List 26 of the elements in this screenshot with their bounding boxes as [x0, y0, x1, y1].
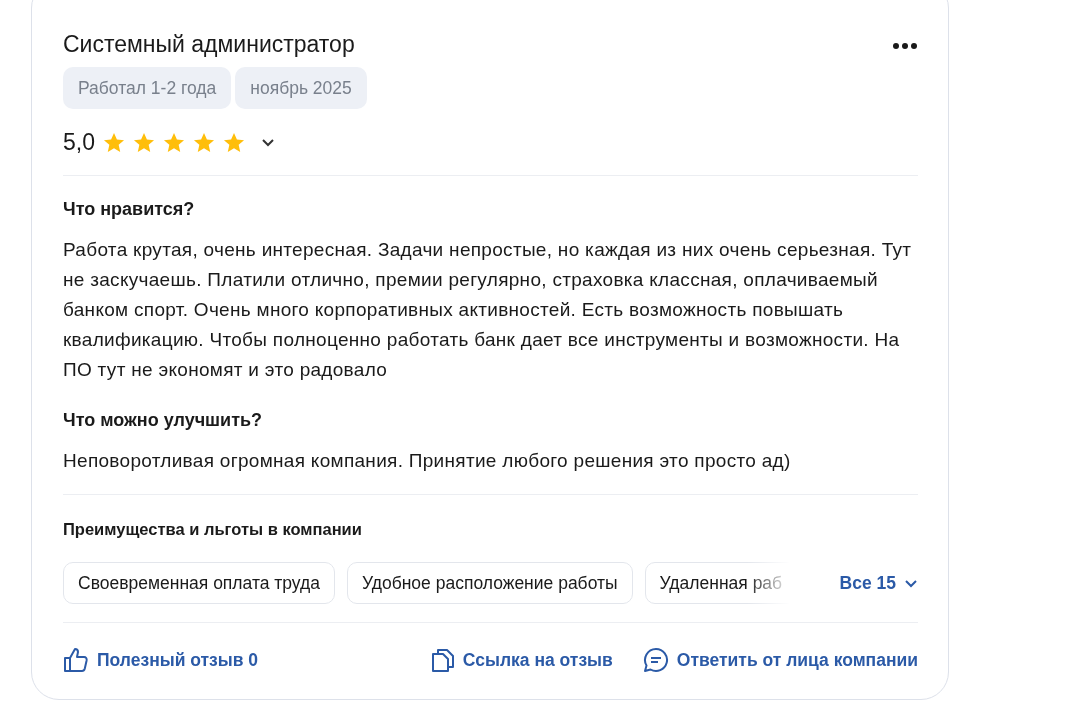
copy-icon	[430, 647, 455, 674]
star-icon	[193, 131, 215, 153]
review-text: Неповоротливая огромная компания. Принятие любого решения это просто ад)	[63, 449, 792, 474]
section-heading: Что можно улучшить?	[63, 409, 264, 433]
more-menu-icon[interactable]	[892, 41, 918, 50]
star-icon	[163, 131, 185, 153]
benefit-chip: Своевременная оплата труда	[63, 562, 335, 605]
expand-chevron-icon[interactable]	[261, 137, 275, 147]
show-all-button[interactable]: Все 15	[839, 570, 918, 597]
review-title: Системный администратор	[63, 31, 355, 59]
star-icon	[103, 131, 125, 153]
benefit-chip: Удобное расположение работы	[347, 562, 633, 605]
review-text: Работа крутая, очень интересная. Задачи непростые, но каждая из них очень серьезная. Тут не заскучаешь. Платили отлично, премии регулярно, страховка классная, оплачиваемый банком спорт. Очень много корпоративных активностей. Есть возможность повышать квалификацию. Чтобы полноценно работать банк дает все инструменты и возможности. На ПО тут не экономят и это радовало	[63, 238, 913, 383]
action-link[interactable]: Полезный отзыв 0	[63, 647, 259, 674]
section-heading: Что нравится?	[63, 198, 196, 222]
thumbs-up-icon	[63, 647, 89, 674]
star-icon	[223, 131, 245, 153]
info-tag: ноябрь 2025	[235, 66, 367, 109]
action-link[interactable]: Ответить от лица компании	[642, 647, 918, 674]
info-tag: Работал 1-2 года	[63, 66, 232, 109]
action-link[interactable]: Ссылка на отзыв	[430, 647, 613, 674]
rating-value: 5,0	[63, 127, 95, 157]
benefits-heading: Преимущества и льготы в компании	[63, 519, 363, 541]
chevron-down-icon	[904, 578, 918, 588]
star-icon	[133, 131, 155, 153]
chat-bubble-icon	[642, 647, 669, 674]
